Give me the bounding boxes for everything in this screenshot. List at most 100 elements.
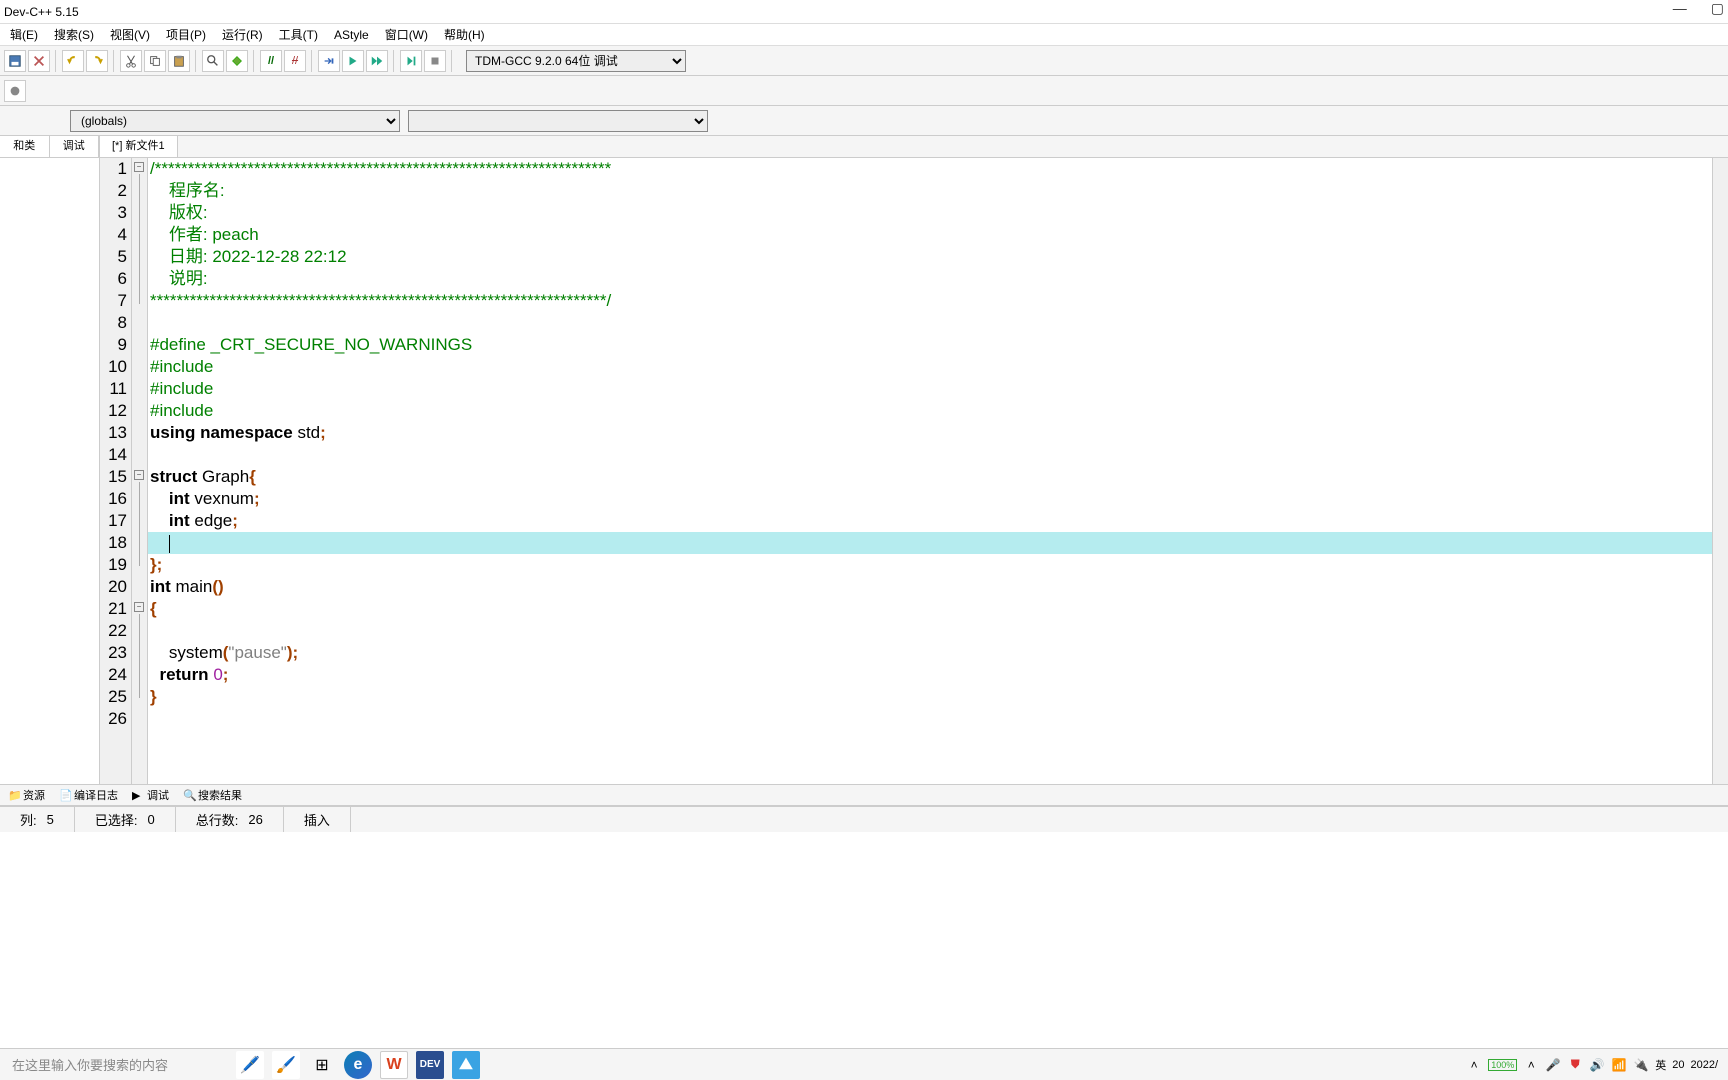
- line-number: 24: [100, 664, 127, 686]
- save-button[interactable]: [4, 50, 26, 72]
- run-button[interactable]: [342, 50, 364, 72]
- compile-button[interactable]: [226, 50, 248, 72]
- power-icon[interactable]: 🔌: [1633, 1057, 1649, 1073]
- bottom-tab-resources[interactable]: 📁资源: [8, 787, 45, 803]
- step-into-button[interactable]: [318, 50, 340, 72]
- shield-icon[interactable]: ⛊: [1567, 1057, 1583, 1073]
- code-line[interactable]: 版权:: [148, 202, 1712, 224]
- code-line[interactable]: return 0;: [148, 664, 1712, 686]
- minimize-button[interactable]: —: [1673, 0, 1687, 17]
- menu-view[interactable]: 视图(V): [102, 24, 158, 45]
- code-line[interactable]: /***************************************…: [148, 158, 1712, 180]
- task-view-icon[interactable]: ⊞: [308, 1051, 336, 1079]
- code-line[interactable]: [148, 312, 1712, 334]
- fold-marker-icon[interactable]: −: [134, 470, 144, 480]
- code-line[interactable]: [148, 532, 1712, 554]
- menu-run[interactable]: 运行(R): [214, 24, 271, 45]
- volume-icon[interactable]: 🔊: [1589, 1057, 1605, 1073]
- menu-help[interactable]: 帮助(H): [436, 24, 493, 45]
- tray-date[interactable]: 2022/: [1690, 1059, 1718, 1071]
- toolbar-separator: [55, 50, 57, 72]
- stop-button[interactable]: [424, 50, 446, 72]
- fold-gutter: − − −: [132, 158, 148, 784]
- taskbar-devcpp-icon[interactable]: DEV: [416, 1051, 444, 1079]
- tray-chevron-up-icon[interactable]: ˄: [1466, 1057, 1482, 1073]
- code-editor[interactable]: 1234567891011121314151617181920212223242…: [100, 158, 1728, 784]
- battery-indicator[interactable]: 100%: [1488, 1059, 1517, 1071]
- cut-button[interactable]: [120, 50, 142, 72]
- paste-button[interactable]: [168, 50, 190, 72]
- taskbar-wps-icon[interactable]: W: [380, 1051, 408, 1079]
- compiler-select[interactable]: TDM-GCC 9.2.0 64位 调试: [466, 50, 686, 72]
- code-line[interactable]: [148, 620, 1712, 642]
- skip-button[interactable]: [400, 50, 422, 72]
- uncomment-button[interactable]: //: [284, 50, 306, 72]
- wifi-icon[interactable]: 📶: [1611, 1057, 1627, 1073]
- menu-window[interactable]: 窗口(W): [377, 24, 436, 45]
- toolbar-separator: [393, 50, 395, 72]
- code-line[interactable]: 程序名:: [148, 180, 1712, 202]
- compile-run-button[interactable]: [366, 50, 388, 72]
- taskbar-edge-icon[interactable]: e: [344, 1051, 372, 1079]
- code-line[interactable]: ****************************************…: [148, 290, 1712, 312]
- line-number: 22: [100, 620, 127, 642]
- vertical-scrollbar[interactable]: [1712, 158, 1728, 784]
- code-line[interactable]: system("pause");: [148, 642, 1712, 664]
- code-line[interactable]: 日期: 2022-12-28 22:12: [148, 246, 1712, 268]
- menu-project[interactable]: 项目(P): [158, 24, 214, 45]
- sidebar-tab-debug[interactable]: 调试: [50, 136, 100, 157]
- code-line[interactable]: [148, 444, 1712, 466]
- scope-select-members[interactable]: [408, 110, 708, 132]
- menu-search[interactable]: 搜索(S): [46, 24, 102, 45]
- find-button[interactable]: [202, 50, 224, 72]
- code-line[interactable]: #include: [148, 378, 1712, 400]
- code-line[interactable]: using namespace std;: [148, 422, 1712, 444]
- tray-time[interactable]: 20: [1672, 1059, 1684, 1071]
- file-tab[interactable]: [*] 新文件1: [100, 136, 178, 157]
- code-line[interactable]: [148, 708, 1712, 730]
- maximize-button[interactable]: ▢: [1711, 0, 1724, 17]
- tray-chevron-up-icon[interactable]: ˄: [1523, 1057, 1539, 1073]
- debug-toolbar: [0, 76, 1728, 106]
- fold-marker-icon[interactable]: −: [134, 162, 144, 172]
- undo-button[interactable]: [62, 50, 84, 72]
- status-selection: 已选择: 0: [75, 807, 176, 832]
- menu-edit[interactable]: 辑(E): [2, 24, 46, 45]
- code-line[interactable]: 说明:: [148, 268, 1712, 290]
- code-line[interactable]: int vexnum;: [148, 488, 1712, 510]
- menu-astyle[interactable]: AStyle: [326, 26, 377, 44]
- bottom-tab-debug[interactable]: ▶调试: [132, 787, 169, 803]
- code-line[interactable]: }: [148, 686, 1712, 708]
- taskbar-app-icon[interactable]: 🖌️: [272, 1051, 300, 1079]
- line-number: 10: [100, 356, 127, 378]
- taskbar-app-icon[interactable]: 🖊️: [236, 1051, 264, 1079]
- fold-marker-icon[interactable]: −: [134, 602, 144, 612]
- toggle-comment-button[interactable]: //: [260, 50, 282, 72]
- code-line[interactable]: struct Graph{: [148, 466, 1712, 488]
- menu-tools[interactable]: 工具(T): [271, 24, 326, 45]
- code-line[interactable]: #include: [148, 400, 1712, 422]
- code-line[interactable]: };: [148, 554, 1712, 576]
- close-button[interactable]: [28, 50, 50, 72]
- status-column: 列: 5: [0, 807, 75, 832]
- code-line[interactable]: int main(): [148, 576, 1712, 598]
- copy-button[interactable]: [144, 50, 166, 72]
- taskbar-search[interactable]: 在这里输入你要搜索的内容: [4, 1055, 224, 1074]
- redo-button[interactable]: [86, 50, 108, 72]
- toolbar-separator: [113, 50, 115, 72]
- scope-select-globals[interactable]: (globals): [70, 110, 400, 132]
- code-line[interactable]: 作者: peach: [148, 224, 1712, 246]
- sidebar-tab-classes[interactable]: 和类: [0, 136, 50, 157]
- code-content[interactable]: /***************************************…: [148, 158, 1712, 784]
- code-line[interactable]: int edge;: [148, 510, 1712, 532]
- bottom-tab-search-results[interactable]: 🔍搜索结果: [183, 787, 242, 803]
- breakpoint-button[interactable]: [4, 80, 26, 102]
- bottom-tab-compile-log[interactable]: 📄编译日志: [59, 787, 118, 803]
- code-line[interactable]: #include: [148, 356, 1712, 378]
- code-line[interactable]: #define _CRT_SECURE_NO_WARNINGS: [148, 334, 1712, 356]
- taskbar-app-icon[interactable]: ⛰: [452, 1051, 480, 1079]
- microphone-icon[interactable]: 🎤: [1545, 1057, 1561, 1073]
- status-insert-mode: 插入: [284, 807, 351, 832]
- code-line[interactable]: {: [148, 598, 1712, 620]
- ime-indicator[interactable]: 英: [1655, 1057, 1666, 1073]
